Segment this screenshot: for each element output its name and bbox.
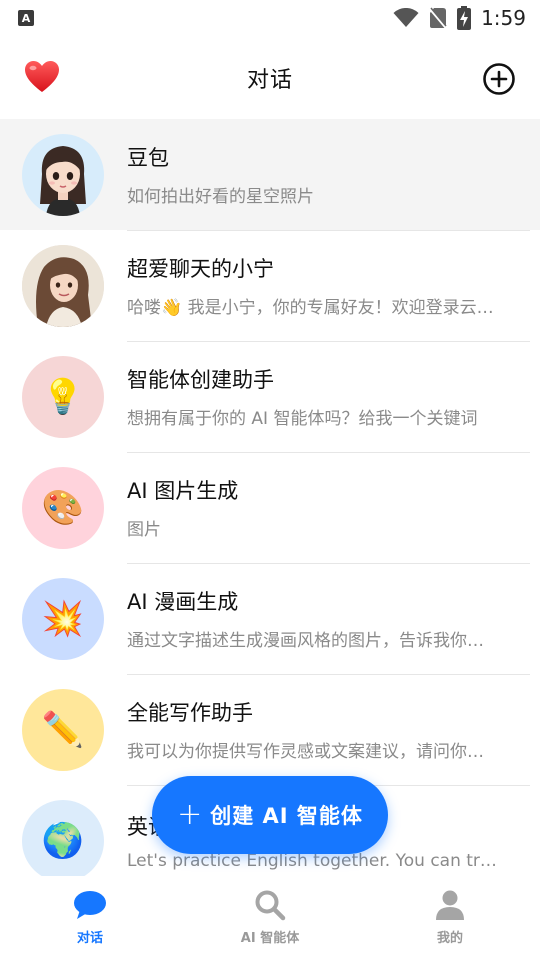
lightbulb-icon: 💡 [41,376,85,417]
nav-tab-ai-agents[interactable]: AI 智能体 [180,876,360,960]
divider [127,674,530,675]
conversation-name: 智能体创建助手 [127,368,274,392]
battery-charging-icon [457,6,472,30]
woman-avatar-icon [22,244,104,327]
page-title: 对话 [246,68,293,93]
avatar [22,133,104,216]
new-chat-button[interactable] [482,62,516,96]
conversation-name: AI 漫画生成 [127,590,239,614]
conversation-preview: 我可以为你提供写作灵感或文案建议，请问你需要什么 [127,742,500,762]
conversation-list: 豆包 如何拍出好看的星空照片 超爱聊天的小宁 哈喽👋 我是小宁，你的专属好友！欢… [0,119,540,876]
divider [127,452,530,453]
conversation-preview: 想拥有属于你的 AI 智能体吗？给我一个关键词 [127,409,478,429]
conversation-name: AI 图片生成 [127,479,239,503]
conversation-name: 豆包 [127,146,169,170]
conversation-item[interactable]: 豆包 如何拍出好看的星空照片 [0,119,540,230]
favorites-heart-button[interactable] [24,60,60,96]
conversation-preview: 哈喽👋 我是小宁，你的专属好友！欢迎登录云端对话 [127,298,500,318]
conversation-name: 全能写作助手 [127,701,253,725]
person-icon [436,890,464,920]
conversation-preview: 图片 [127,520,161,540]
create-agent-button[interactable]: + 创建 AI 智能体 [152,776,388,854]
nav-label: 我的 [436,931,463,946]
avatar: 🌍 [22,799,104,876]
pencil-icon: ✏️ [41,709,85,750]
conversation-name: 超爱聊天的小宁 [127,257,274,281]
nav-label: 对话 [76,931,103,946]
divider [127,341,530,342]
conversation-preview: 如何拍出好看的星空照片 [127,187,314,207]
divider [127,230,530,231]
create-agent-label: 创建 AI 智能体 [210,804,363,828]
avatar: ✏️ [22,688,104,771]
wifi-icon [393,8,419,27]
avatar: 🎨 [22,466,104,549]
girl-avatar-icon [40,145,86,216]
globe-icon: 🌍 [41,820,85,861]
status-time: 1:59 [481,6,526,30]
conversation-item[interactable]: ✏️ 全能写作助手 我可以为你提供写作灵感或文案建议，请问你需要什么 [0,674,540,785]
no-sim-icon [429,7,448,29]
plus-icon: + [177,797,203,832]
conversation-preview: 通过文字描述生成漫画风格的图片，告诉我你想要什么 [127,631,500,651]
avatar: 💥 [22,577,104,660]
divider [127,563,530,564]
heart-icon [25,61,59,92]
avatar [22,244,104,327]
chat-bubble-icon [74,891,106,919]
search-icon [255,890,286,921]
bottom-nav: 对话 AI 智能体 我的 [0,876,540,960]
nav-tab-chat[interactable]: 对话 [0,876,180,960]
plus-circle-icon [483,63,515,95]
conversation-item[interactable]: 超爱聊天的小宁 哈喽👋 我是小宁，你的专属好友！欢迎登录云端对话 [0,230,540,341]
conversation-item[interactable]: 💥 AI 漫画生成 通过文字描述生成漫画风格的图片，告诉我你想要什么 [0,563,540,674]
conversation-item[interactable]: 💡 智能体创建助手 想拥有属于你的 AI 智能体吗？给我一个关键词 [0,341,540,452]
palette-icon: 🎨 [41,487,85,528]
header: 对话 [0,40,540,116]
notification-a-icon: A [18,10,34,26]
nav-label: AI 智能体 [240,931,300,946]
status-bar: A 1:59 [0,0,540,36]
avatar: 💡 [22,355,104,438]
explosion-icon: 💥 [41,598,85,639]
nav-tab-profile[interactable]: 我的 [360,876,540,960]
conversation-item[interactable]: 🎨 AI 图片生成 图片 [0,452,540,563]
